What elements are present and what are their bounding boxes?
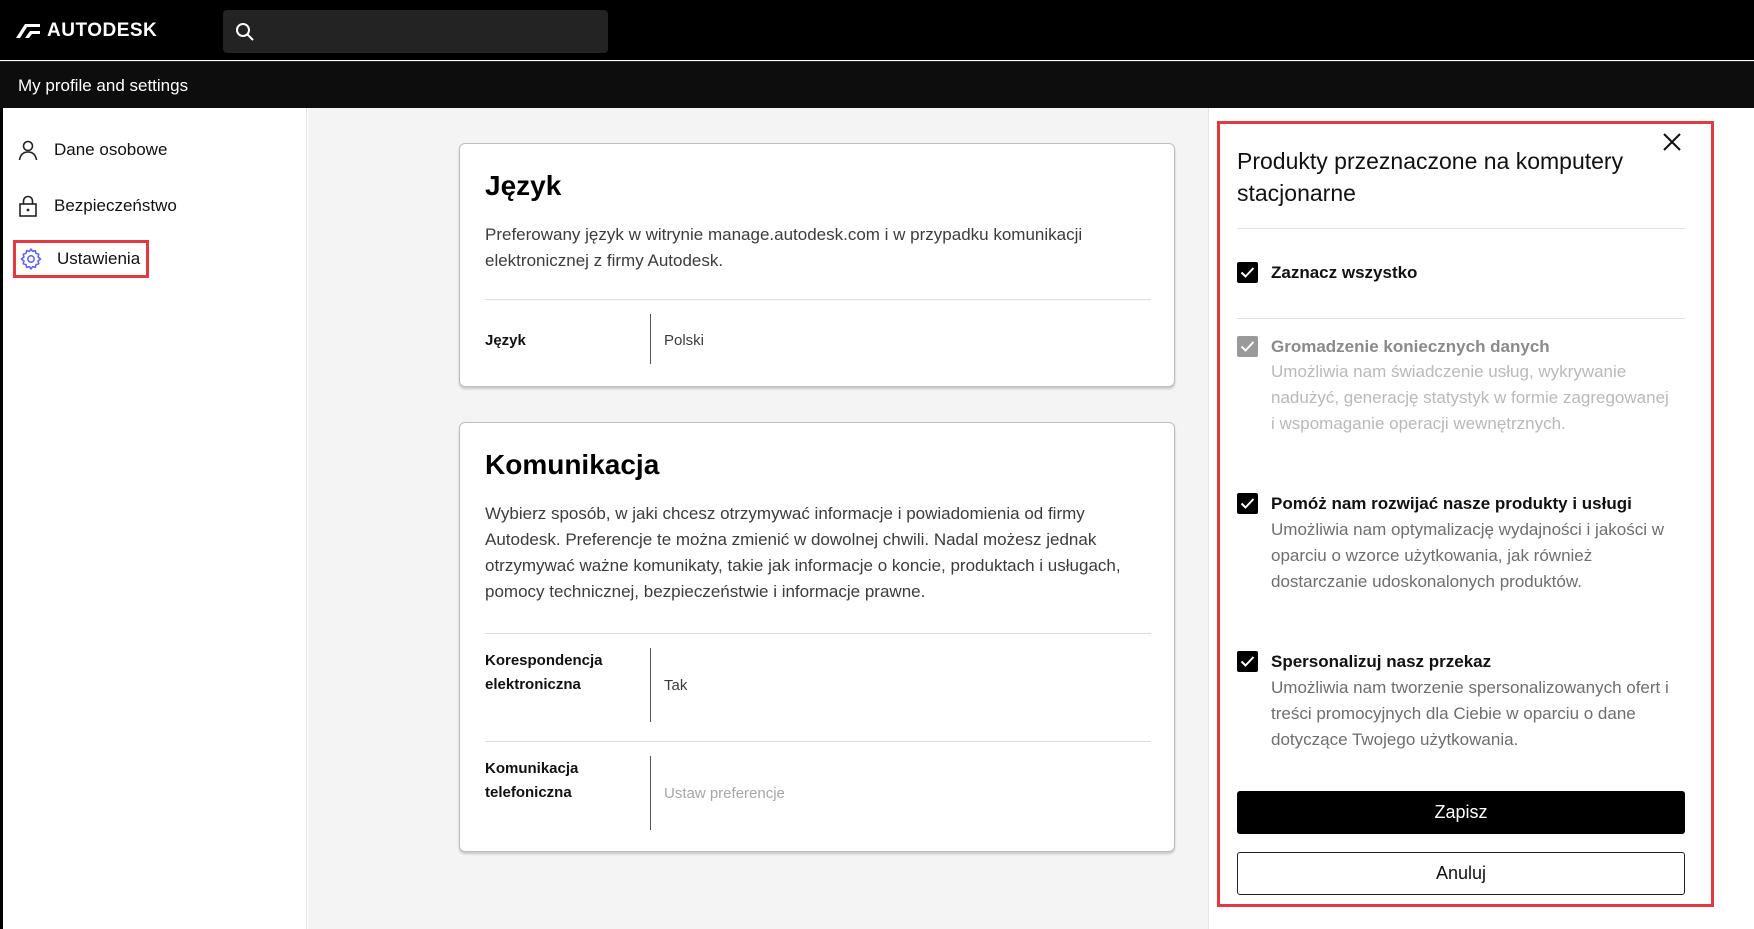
checkmark-icon (1240, 341, 1255, 352)
page-title: My profile and settings (18, 76, 189, 95)
row-label: Korespondencja elektroniczna (485, 652, 603, 693)
necessary-data-checkbox (1237, 336, 1258, 357)
sidebar-item-security[interactable]: Bezpieczeństwo (16, 187, 177, 225)
close-icon[interactable] (1658, 128, 1686, 156)
divider (485, 633, 1151, 634)
sidebar: Dane osobowe Bezpieczeństwo Ustawienia (0, 108, 307, 929)
language-card: Język Preferowany język w witrynie manag… (459, 143, 1175, 387)
person-icon (18, 140, 38, 161)
autodesk-logo-icon (16, 24, 40, 38)
option-title: Gromadzenie koniecznych danych (1271, 337, 1550, 356)
card-title: Komunikacja (485, 449, 660, 480)
card-title: Język (485, 170, 562, 201)
divider (1237, 318, 1685, 319)
checkmark-icon (1240, 267, 1255, 278)
select-all-label[interactable]: Zaznacz wszystko (1271, 263, 1417, 283)
row-label: Komunikacja telefoniczna (485, 760, 579, 801)
top-bar: AUTODESK (0, 0, 1754, 60)
personalize-checkbox[interactable] (1237, 651, 1258, 672)
search-input[interactable] (223, 10, 608, 53)
sidebar-item-label: Bezpieczeństwo (54, 196, 177, 215)
lock-icon (19, 195, 37, 217)
row-separator (650, 756, 651, 830)
sidebar-item-settings[interactable]: Ustawienia (13, 240, 150, 278)
divider (485, 741, 1151, 742)
checkmark-icon (1240, 498, 1255, 509)
sidebar-item-personal-data[interactable]: Dane osobowe (16, 131, 167, 169)
cancel-button[interactable]: Anuluj (1237, 852, 1685, 895)
save-button[interactable]: Zapisz (1237, 791, 1685, 834)
brand-name: AUTODESK (47, 20, 158, 41)
option-title[interactable]: Pomóż nam rozwijać nasze produkty i usłu… (1271, 494, 1632, 514)
divider (485, 299, 1151, 300)
phone-communication-value[interactable]: Ustaw preferencje (664, 785, 785, 802)
option-description: Umożliwia nam tworzenie spersonalizowany… (1271, 678, 1669, 749)
card-description: Preferowany język w witrynie manage.auto… (485, 225, 1083, 270)
language-value[interactable]: Polski (664, 332, 704, 349)
option-description: Umożliwia nam optymalizację wydajności i… (1271, 520, 1665, 591)
sidebar-item-label: Dane osobowe (54, 140, 168, 159)
card-description: Wybierz sposób, w jaki chcesz otrzymywać… (485, 504, 1121, 601)
option-description: Umożliwia nam świadczenie usług, wykrywa… (1271, 362, 1669, 433)
page-header: My profile and settings (0, 61, 1754, 108)
gear-icon (20, 248, 42, 270)
email-correspondence-value[interactable]: Tak (664, 677, 687, 694)
improve-products-checkbox[interactable] (1237, 493, 1258, 514)
row-separator (650, 648, 651, 722)
sidebar-item-label: Ustawienia (57, 249, 141, 268)
divider (1237, 228, 1685, 229)
panel-highlight (1217, 121, 1714, 907)
panel-title: Produkty przeznaczone na komputery stacj… (1237, 148, 1624, 206)
checkmark-icon (1240, 656, 1255, 667)
row-label: Język (485, 332, 526, 349)
main-content: Język Preferowany język w witrynie manag… (308, 108, 1208, 929)
search-icon (236, 23, 254, 41)
communication-card: Komunikacja Wybierz sposób, w jaki chces… (459, 422, 1175, 852)
select-all-checkbox[interactable] (1237, 262, 1258, 283)
autodesk-logo[interactable]: AUTODESK (15, 20, 157, 42)
option-title[interactable]: Spersonalizuj nasz przekaz (1271, 652, 1491, 672)
row-separator (650, 314, 651, 364)
